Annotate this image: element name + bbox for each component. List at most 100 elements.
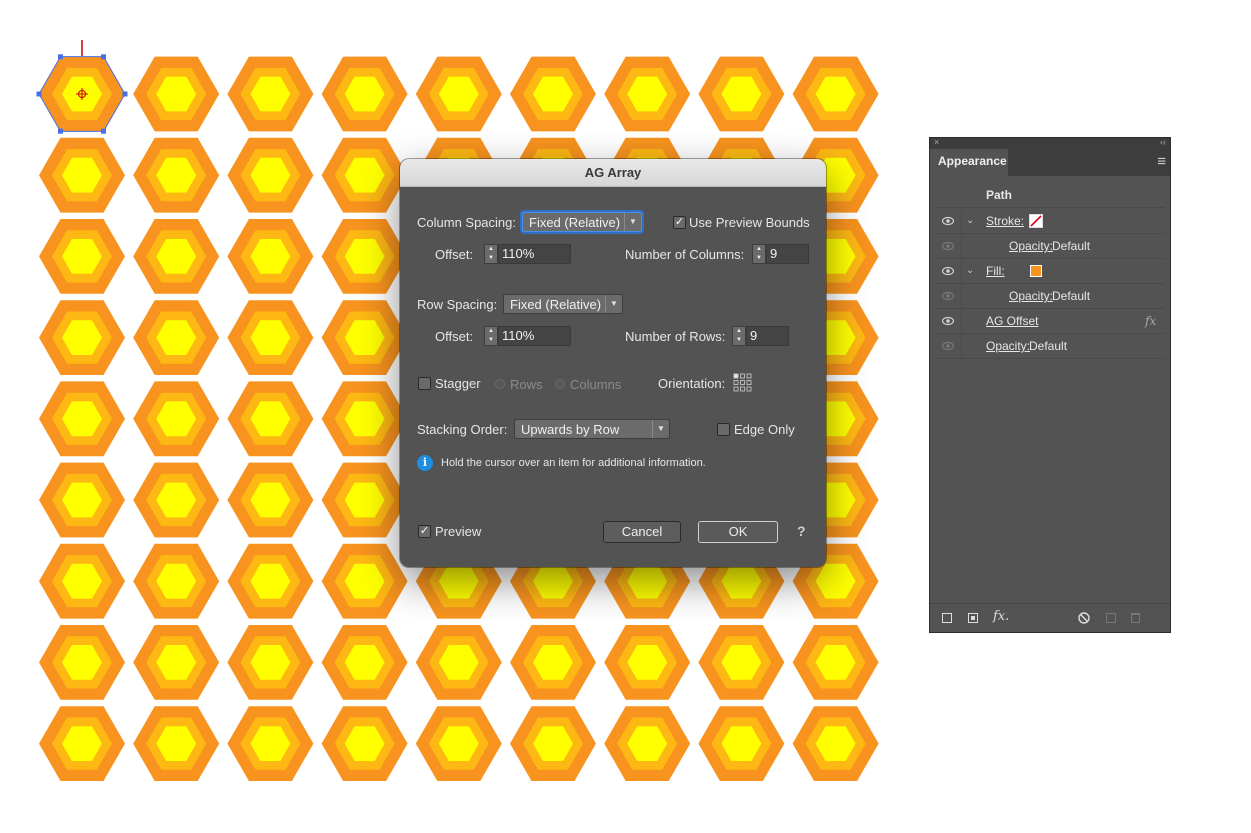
hexagon-tile[interactable] [133,381,220,457]
hexagon-tile[interactable] [321,462,408,538]
hexagon-tile[interactable] [133,706,220,781]
hexagon-tile[interactable] [415,56,502,132]
hexagon-tile[interactable] [133,219,220,294]
preview-checkbox[interactable]: ✓ [418,525,431,538]
object-opacity-label[interactable]: Opacity: [986,334,1030,358]
hexagon-tile[interactable] [321,300,408,375]
column-offset-input[interactable]: 110% [498,244,571,264]
ag-offset-row[interactable]: AG Offset fx [936,309,1165,334]
number-of-rows-stepper[interactable]: ▲ ▼ [732,326,746,346]
hexagon-tile[interactable] [133,56,220,132]
collapse-icon[interactable]: ‹‹ [1160,137,1166,147]
hexagon-tile[interactable] [39,381,125,457]
hexagon-tile[interactable] [321,219,408,294]
hexagon-tile[interactable] [604,625,691,700]
hexagon-tile[interactable] [133,462,220,538]
hexagon-tile[interactable] [321,625,408,700]
visibility-eye-icon[interactable] [942,290,954,302]
hexagon-tile[interactable] [415,706,502,781]
chevron-down-icon[interactable]: ⌄ [966,209,974,233]
hexagon-tile[interactable] [39,137,125,213]
hexagon-tile[interactable] [227,543,314,619]
hexagon-tile[interactable] [227,462,314,538]
close-icon[interactable]: × [934,137,939,147]
hexagon-tile[interactable] [792,625,879,700]
hexagon-tile[interactable] [792,706,879,781]
number-of-rows-input[interactable]: 9 [746,326,789,346]
duplicate-item-icon[interactable] [1106,613,1116,623]
hexagon-tile[interactable] [39,706,125,781]
use-preview-bounds-checkbox[interactable]: ✓ [673,216,686,229]
hexagon-tile[interactable] [698,706,785,781]
fx-menu-icon[interactable]: fx. [993,609,1009,624]
hexagon-tile[interactable] [604,706,691,781]
stroke-opacity-label[interactable]: Opacity: [1009,234,1053,258]
visibility-eye-icon[interactable] [942,315,954,327]
number-of-columns-input[interactable]: 9 [766,244,809,264]
hexagon-tile[interactable] [698,625,785,700]
panel-menu-icon[interactable]: ≡ [1157,153,1166,170]
column-spacing-select[interactable]: Fixed (Relative) ▼ [522,212,642,232]
hexagon-tile[interactable] [510,706,596,781]
delete-item-icon[interactable] [1131,613,1140,623]
row-spacing-select[interactable]: Fixed (Relative) ▼ [503,294,623,314]
hexagon-tile[interactable] [321,381,408,457]
hexagon-tile[interactable] [227,137,314,213]
visibility-eye-icon[interactable] [942,340,954,352]
hexagon-tile[interactable] [227,219,314,294]
hexagon-tile[interactable] [133,543,220,619]
hexagon-tile[interactable] [133,137,220,213]
hexagon-tile[interactable] [39,462,125,538]
stagger-checkbox[interactable] [418,377,431,390]
stagger-columns-radio[interactable] [555,379,565,389]
clear-appearance-icon[interactable] [1078,612,1090,624]
hexagon-tile[interactable] [321,137,408,213]
hexagon-tile[interactable] [415,625,502,700]
stroke-opacity-row[interactable]: Opacity: Default [936,234,1165,259]
hexagon-tile[interactable] [227,706,314,781]
hexagon-tile[interactable] [227,625,314,700]
hexagon-tile[interactable] [604,56,691,132]
fill-label[interactable]: Fill: [986,259,1005,283]
tab-appearance[interactable]: Appearance [930,149,1008,176]
stroke-label[interactable]: Stroke: [986,209,1024,233]
hexagon-tile[interactable] [227,381,314,457]
hexagon-tile[interactable] [133,300,220,375]
row-offset-input[interactable]: 110% [498,326,571,346]
hexagon-tile[interactable] [39,543,125,619]
hexagon-tile[interactable] [510,625,596,700]
new-stroke-icon[interactable] [942,613,952,623]
hexagon-tile[interactable] [39,219,125,294]
row-offset-stepper[interactable]: ▲ ▼ [484,326,498,346]
cancel-button[interactable]: Cancel [603,521,681,543]
help-button[interactable]: ? [797,523,806,539]
ok-button[interactable]: OK [698,521,778,543]
object-opacity-row[interactable]: Opacity: Default [936,334,1165,359]
hexagon-tile[interactable] [39,625,125,700]
fill-opacity-label[interactable]: Opacity: [1009,284,1053,308]
hexagon-tile[interactable] [792,56,879,132]
stacking-order-select[interactable]: Upwards by Row ▼ [514,419,670,439]
stroke-row[interactable]: ⌄ Stroke: [936,209,1165,234]
hexagon-tile[interactable] [321,706,408,781]
edge-only-checkbox[interactable] [717,423,730,436]
stagger-rows-radio[interactable] [495,379,505,389]
column-offset-stepper[interactable]: ▲ ▼ [484,244,498,264]
fill-row[interactable]: ⌄ Fill: [936,259,1165,284]
new-fill-icon[interactable] [968,613,978,623]
hexagon-tile[interactable] [698,56,785,132]
visibility-eye-icon[interactable] [942,240,954,252]
fill-opacity-row[interactable]: Opacity: Default [936,284,1165,309]
number-of-columns-stepper[interactable]: ▲ ▼ [752,244,766,264]
fill-color-swatch[interactable] [1030,265,1042,277]
visibility-eye-icon[interactable] [942,265,954,277]
hexagon-tile[interactable] [321,543,408,619]
stroke-none-swatch[interactable] [1029,214,1043,228]
hexagon-tile[interactable] [133,625,220,700]
orientation-grid-icon[interactable] [733,373,753,393]
hexagon-tile[interactable] [321,56,408,132]
chevron-down-icon[interactable]: ⌄ [966,259,974,283]
hexagon-tile[interactable] [510,56,596,132]
visibility-eye-icon[interactable] [942,215,954,227]
hexagon-tile[interactable] [227,56,314,132]
